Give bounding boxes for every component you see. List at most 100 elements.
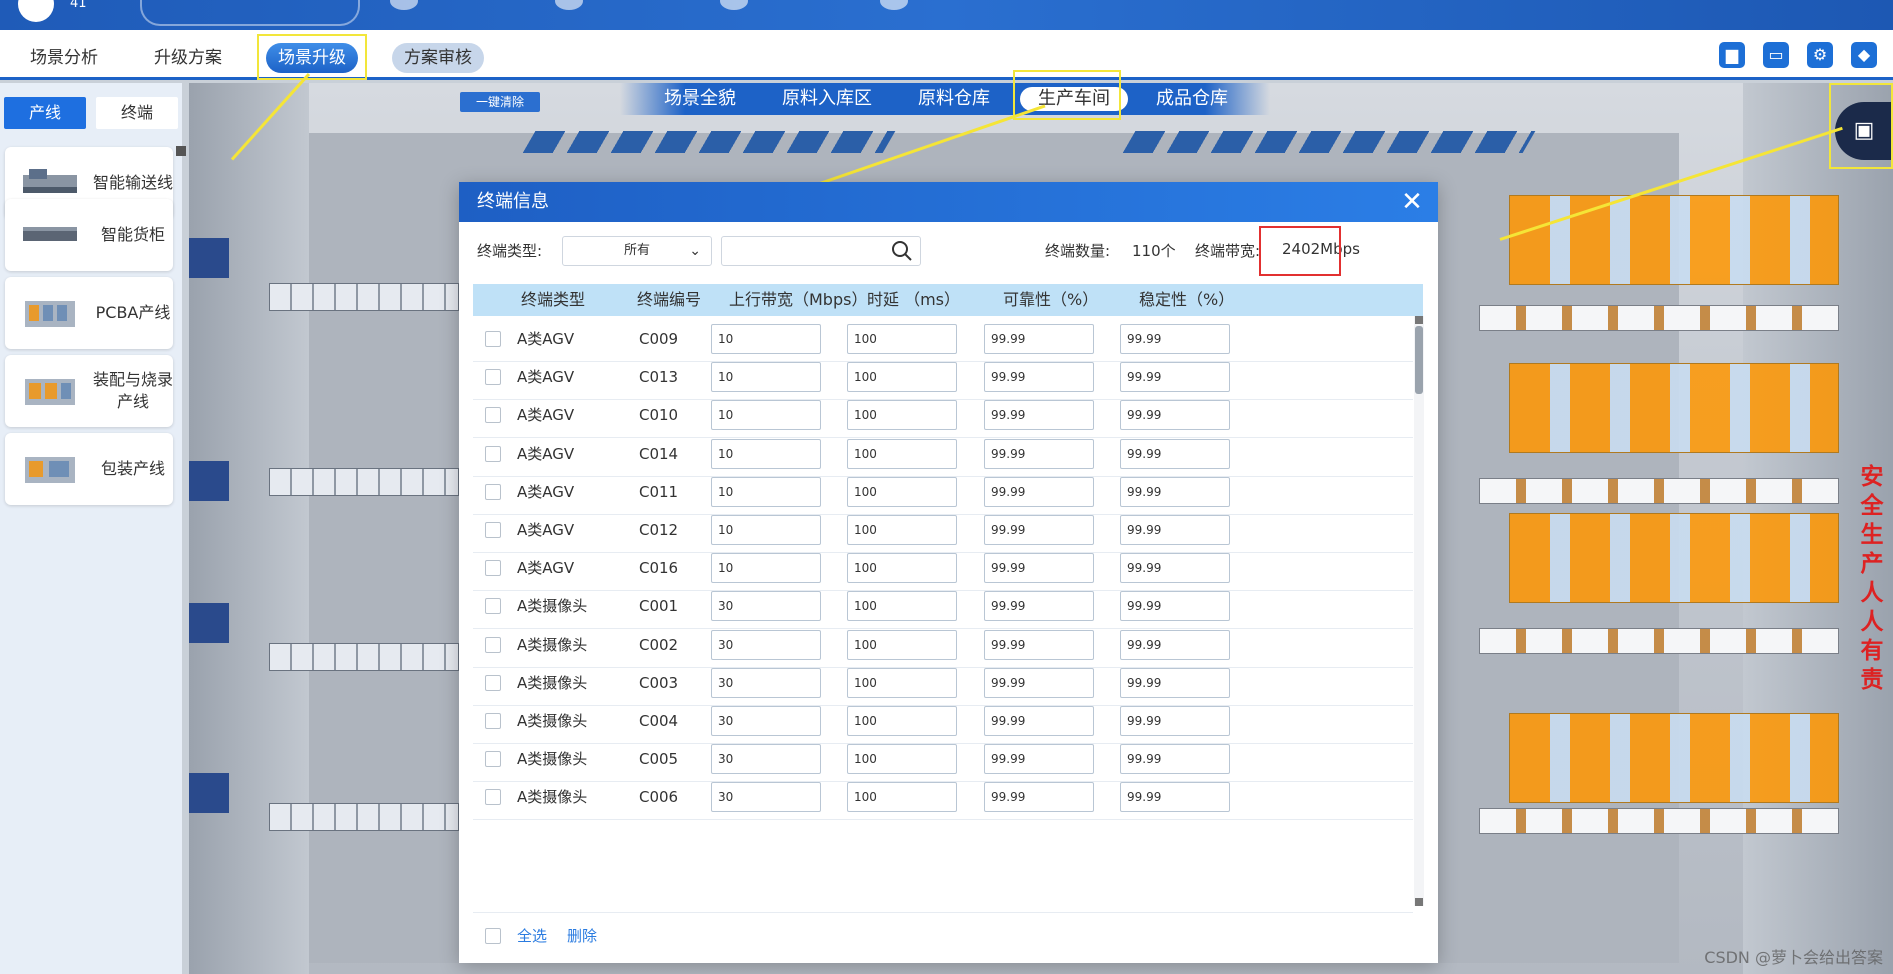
latency-input[interactable]: 100 — [847, 400, 957, 431]
reliability-input[interactable]: 99.99 — [984, 782, 1094, 813]
uplink-bandwidth-input[interactable]: 10 — [711, 476, 821, 507]
latency-input[interactable]: 100 — [847, 706, 957, 736]
robot-cell[interactable] — [1509, 513, 1839, 603]
tab-raw-warehouse[interactable]: 原料仓库 — [894, 83, 1014, 115]
stability-input[interactable]: 99.99 — [1120, 438, 1230, 469]
card-packaging-line[interactable]: 包装产线 — [5, 433, 173, 505]
latency-input[interactable]: 100 — [847, 438, 957, 469]
stability-input[interactable]: 99.99 — [1120, 706, 1230, 736]
row-checkbox[interactable] — [485, 751, 501, 768]
latency-input[interactable]: 100 — [847, 782, 957, 813]
row-checkbox[interactable] — [485, 713, 501, 729]
conveyor-machine[interactable] — [269, 643, 459, 671]
uplink-bandwidth-input[interactable]: 30 — [711, 591, 821, 622]
stability-input[interactable]: 99.99 — [1120, 553, 1230, 584]
uplink-bandwidth-input[interactable]: 10 — [711, 553, 821, 584]
reliability-input[interactable]: 99.99 — [984, 744, 1094, 775]
reliability-input[interactable]: 99.99 — [984, 438, 1094, 469]
reliability-input[interactable]: 99.99 — [984, 706, 1094, 736]
close-icon[interactable]: ✕ — [1398, 182, 1426, 222]
uplink-bandwidth-input[interactable]: 10 — [711, 362, 821, 393]
scroll-up-arrow[interactable] — [1415, 316, 1423, 324]
robot-cell[interactable] — [1509, 363, 1839, 453]
stability-input[interactable]: 99.99 — [1120, 744, 1230, 775]
conveyor-machine[interactable] — [269, 283, 459, 311]
reliability-input[interactable]: 99.99 — [984, 591, 1094, 622]
row-checkbox[interactable] — [485, 407, 501, 424]
stability-input[interactable]: 99.99 — [1120, 782, 1230, 813]
latency-input[interactable]: 100 — [847, 515, 957, 545]
table-row[interactable]: A类摄像头 C006 30 100 99.99 99.99 — [473, 774, 1413, 821]
latency-input[interactable]: 100 — [847, 667, 957, 698]
card-assembly-line[interactable]: 装配与烧录产线 — [5, 355, 173, 427]
uplink-bandwidth-input[interactable]: 30 — [711, 782, 821, 813]
uplink-bandwidth-input[interactable]: 30 — [711, 706, 821, 736]
robot-cell[interactable] — [1509, 713, 1839, 803]
latency-input[interactable]: 100 — [847, 324, 957, 354]
uplink-bandwidth-input[interactable]: 10 — [711, 515, 821, 545]
stability-input[interactable]: 99.99 — [1120, 591, 1230, 622]
row-checkbox[interactable] — [485, 598, 501, 615]
search-input[interactable] — [721, 236, 921, 266]
stability-input[interactable]: 99.99 — [1120, 667, 1230, 698]
conveyor-machine[interactable] — [269, 803, 459, 831]
tab-finished-warehouse[interactable]: 成品仓库 — [1132, 83, 1252, 115]
stability-input[interactable]: 99.99 — [1120, 324, 1230, 354]
nav-scene-analysis[interactable]: 场景分析 — [18, 43, 110, 73]
nav-upgrade-plan[interactable]: 升级方案 — [142, 43, 234, 73]
row-checkbox[interactable] — [485, 674, 501, 691]
clear-all-button[interactable]: 一键清除 — [460, 92, 540, 112]
stability-input[interactable]: 99.99 — [1120, 362, 1230, 393]
row-checkbox[interactable] — [485, 369, 501, 386]
reliability-input[interactable]: 99.99 — [984, 400, 1094, 431]
row-checkbox[interactable] — [485, 636, 501, 653]
reliability-input[interactable]: 99.99 — [984, 667, 1094, 698]
gear-icon[interactable]: ⚙ — [1807, 42, 1833, 68]
left-scroll-arrow[interactable] — [176, 146, 186, 156]
stability-input[interactable]: 99.99 — [1120, 400, 1230, 431]
reliability-input[interactable]: 99.99 — [984, 629, 1094, 660]
reliability-input[interactable]: 99.99 — [984, 476, 1094, 507]
latency-input[interactable]: 100 — [847, 362, 957, 393]
latency-input[interactable]: 100 — [847, 591, 957, 622]
monitor-icon[interactable]: ▭ — [1763, 42, 1789, 68]
product-conveyor[interactable] — [1479, 305, 1839, 331]
card-smart-cabinet[interactable]: 智能货柜 — [5, 199, 173, 271]
product-conveyor[interactable] — [1479, 808, 1839, 834]
tab-raw-inbound[interactable]: 原料入库区 — [760, 83, 894, 115]
row-checkbox[interactable] — [485, 560, 501, 577]
latency-input[interactable]: 100 — [847, 629, 957, 660]
row-checkbox[interactable] — [485, 483, 501, 500]
search-icon[interactable] — [890, 239, 914, 263]
table-scrollbar[interactable] — [1414, 316, 1424, 906]
robot-cell[interactable] — [1509, 195, 1839, 285]
stability-input[interactable]: 99.99 — [1120, 476, 1230, 507]
tab-terminal[interactable]: 终端 — [96, 97, 178, 129]
reliability-input[interactable]: 99.99 — [984, 324, 1094, 354]
scrollbar-thumb[interactable] — [1415, 326, 1423, 394]
tab-production-line[interactable]: 产线 — [4, 97, 86, 129]
scroll-down-arrow[interactable] — [1415, 898, 1423, 906]
top-tab-shape[interactable] — [140, 0, 360, 26]
row-checkbox[interactable] — [485, 331, 501, 347]
row-checkbox[interactable] — [485, 522, 501, 538]
document-icon[interactable]: ▆ — [1719, 42, 1745, 68]
reliability-input[interactable]: 99.99 — [984, 553, 1094, 584]
latency-input[interactable]: 100 — [847, 744, 957, 775]
row-checkbox[interactable] — [485, 789, 501, 806]
latency-input[interactable]: 100 — [847, 553, 957, 584]
stability-input[interactable]: 99.99 — [1120, 515, 1230, 545]
reliability-input[interactable]: 99.99 — [984, 515, 1094, 545]
terminal-type-select[interactable]: 所有 ⌄ — [562, 236, 712, 266]
uplink-bandwidth-input[interactable]: 30 — [711, 744, 821, 775]
uplink-bandwidth-input[interactable]: 10 — [711, 438, 821, 469]
product-conveyor[interactable] — [1479, 628, 1839, 654]
uplink-bandwidth-input[interactable]: 10 — [711, 400, 821, 431]
uplink-bandwidth-input[interactable]: 30 — [711, 629, 821, 660]
delete-link[interactable]: 删除 — [567, 925, 597, 946]
uplink-bandwidth-input[interactable]: 10 — [711, 324, 821, 354]
select-all-link[interactable]: 全选 — [517, 925, 547, 946]
layers-icon[interactable]: ◆ — [1851, 42, 1877, 68]
uplink-bandwidth-input[interactable]: 30 — [711, 667, 821, 698]
stability-input[interactable]: 99.99 — [1120, 629, 1230, 660]
